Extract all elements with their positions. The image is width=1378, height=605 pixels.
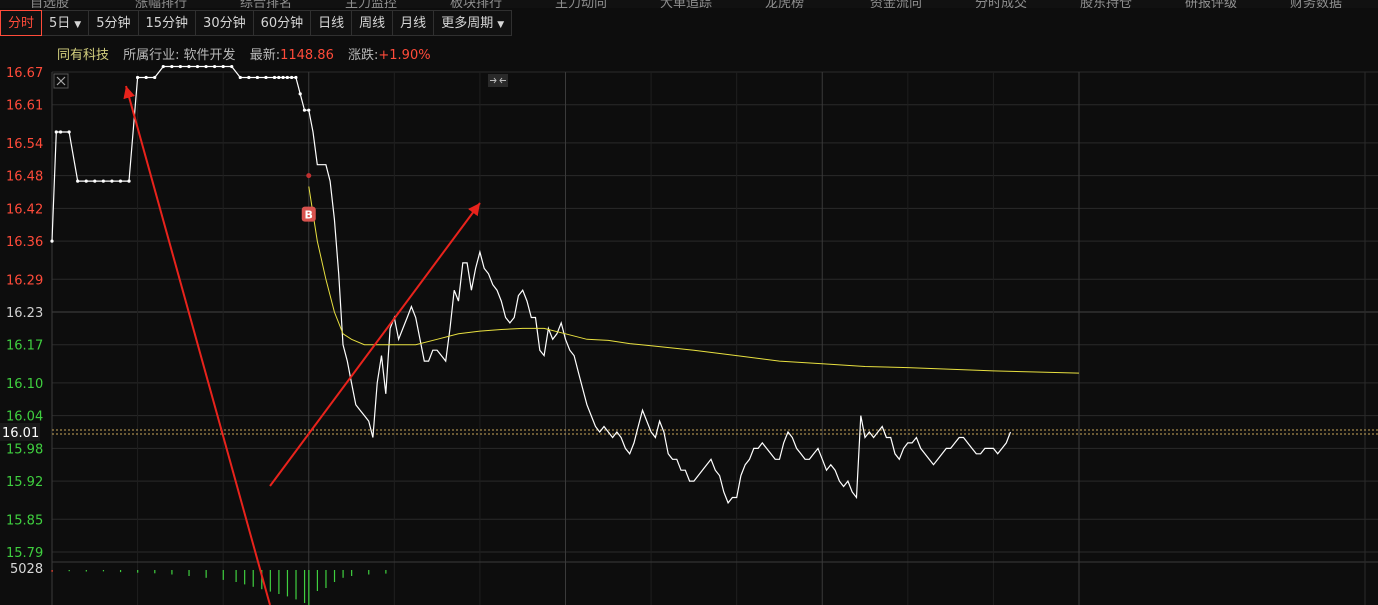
price-point — [54, 130, 58, 134]
volume-bar — [235, 570, 237, 582]
price-point — [127, 179, 131, 183]
price-line-post — [308, 110, 1012, 505]
price-point — [298, 92, 302, 96]
volume-bar — [171, 570, 173, 575]
volume-bar — [188, 570, 190, 576]
price-point — [93, 179, 97, 183]
price-point — [58, 130, 63, 134]
price-point — [247, 75, 251, 80]
price-tick-label: 16.67 — [6, 66, 43, 81]
price-point — [281, 75, 285, 80]
chart-markers: B — [53, 73, 508, 222]
volume-bar — [154, 570, 156, 574]
annotation-arrows — [123, 85, 481, 605]
price-point — [118, 179, 123, 183]
price-point — [307, 108, 311, 112]
price-point — [213, 64, 217, 69]
price-point — [144, 75, 148, 80]
volume-bar — [342, 570, 344, 578]
volume-bar — [295, 570, 297, 600]
volume-bar — [325, 570, 327, 588]
price-point — [153, 75, 157, 80]
annotation-arrow-left — [123, 85, 271, 605]
price-tick-label: 15.92 — [6, 475, 43, 490]
volume-axis-label: 5028 — [10, 562, 43, 577]
volume-bar — [252, 570, 254, 587]
volume-bar — [316, 570, 319, 591]
volume-bar — [368, 570, 370, 575]
price-point — [294, 75, 298, 80]
volume-bar — [303, 570, 306, 603]
price-tick-label: 15.79 — [6, 546, 43, 561]
price-point — [135, 75, 140, 80]
price-tick-label: 16.10 — [6, 377, 43, 392]
price-tick-label: 16.17 — [6, 339, 43, 354]
volume-bar — [137, 570, 139, 573]
price-lines — [50, 64, 1080, 505]
volume-bar — [278, 570, 280, 594]
price-point — [290, 75, 294, 80]
price-point — [255, 75, 259, 80]
volume-bar — [102, 570, 105, 572]
price-tick-label: 15.85 — [6, 513, 43, 528]
price-point — [238, 75, 242, 80]
volume-bar — [85, 570, 87, 572]
volume-bar — [385, 570, 387, 574]
price-tick-label: 16.42 — [6, 202, 43, 217]
price-point — [204, 64, 208, 69]
current-price-label: 16.01 — [2, 426, 39, 441]
price-tick-label: 16.04 — [6, 410, 43, 425]
price-line-pre — [51, 65, 309, 242]
price-point — [67, 130, 71, 134]
price-axis: 16.67 16.61 16.54 16.48 16.42 16.36 16.29 16.23… — [0, 66, 43, 577]
price-point — [277, 75, 281, 80]
price-tick-label: 16.29 — [6, 273, 43, 288]
volume-bar — [333, 570, 336, 582]
price-tick-label: 16.61 — [6, 99, 43, 114]
price-point — [161, 64, 165, 69]
price-point — [272, 75, 277, 80]
intraday-chart[interactable]: 16.67 16.61 16.54 16.48 16.42 16.36 16.29 16.23… — [0, 0, 1378, 605]
close-icon-glyph — [56, 76, 66, 86]
price-point — [285, 75, 289, 80]
buy-marker-label: B — [305, 209, 313, 222]
volume-bar — [51, 570, 53, 572]
volume-bar — [286, 570, 289, 597]
price-tick-label: 16.23 — [6, 306, 43, 321]
volume-bar — [244, 570, 246, 585]
price-tick-label: 16.48 — [6, 170, 43, 185]
price-tick-label: 16.54 — [6, 137, 43, 152]
price-point — [221, 64, 225, 69]
volume-bar — [222, 570, 224, 580]
price-tick-label: 16.36 — [6, 235, 43, 250]
volume-bar — [308, 570, 310, 605]
volume-bar — [351, 570, 353, 576]
volume-bar — [119, 570, 122, 573]
price-point — [264, 75, 268, 80]
price-tick-label: 15.98 — [6, 442, 43, 457]
chart-grid — [51, 71, 1378, 605]
price-point — [84, 179, 88, 183]
price-point — [230, 64, 234, 69]
price-point — [110, 179, 114, 183]
price-point — [101, 179, 105, 183]
price-point — [302, 108, 307, 112]
price-point — [195, 64, 200, 69]
price-point — [76, 179, 80, 183]
volume-bar — [68, 570, 70, 572]
volume-bar — [205, 570, 207, 578]
price-point — [187, 64, 191, 69]
price-point — [170, 64, 174, 69]
volume-bars — [51, 570, 387, 605]
volume-bar — [269, 570, 271, 592]
buy-point — [306, 173, 312, 179]
price-point — [50, 239, 54, 243]
price-point — [178, 64, 182, 69]
